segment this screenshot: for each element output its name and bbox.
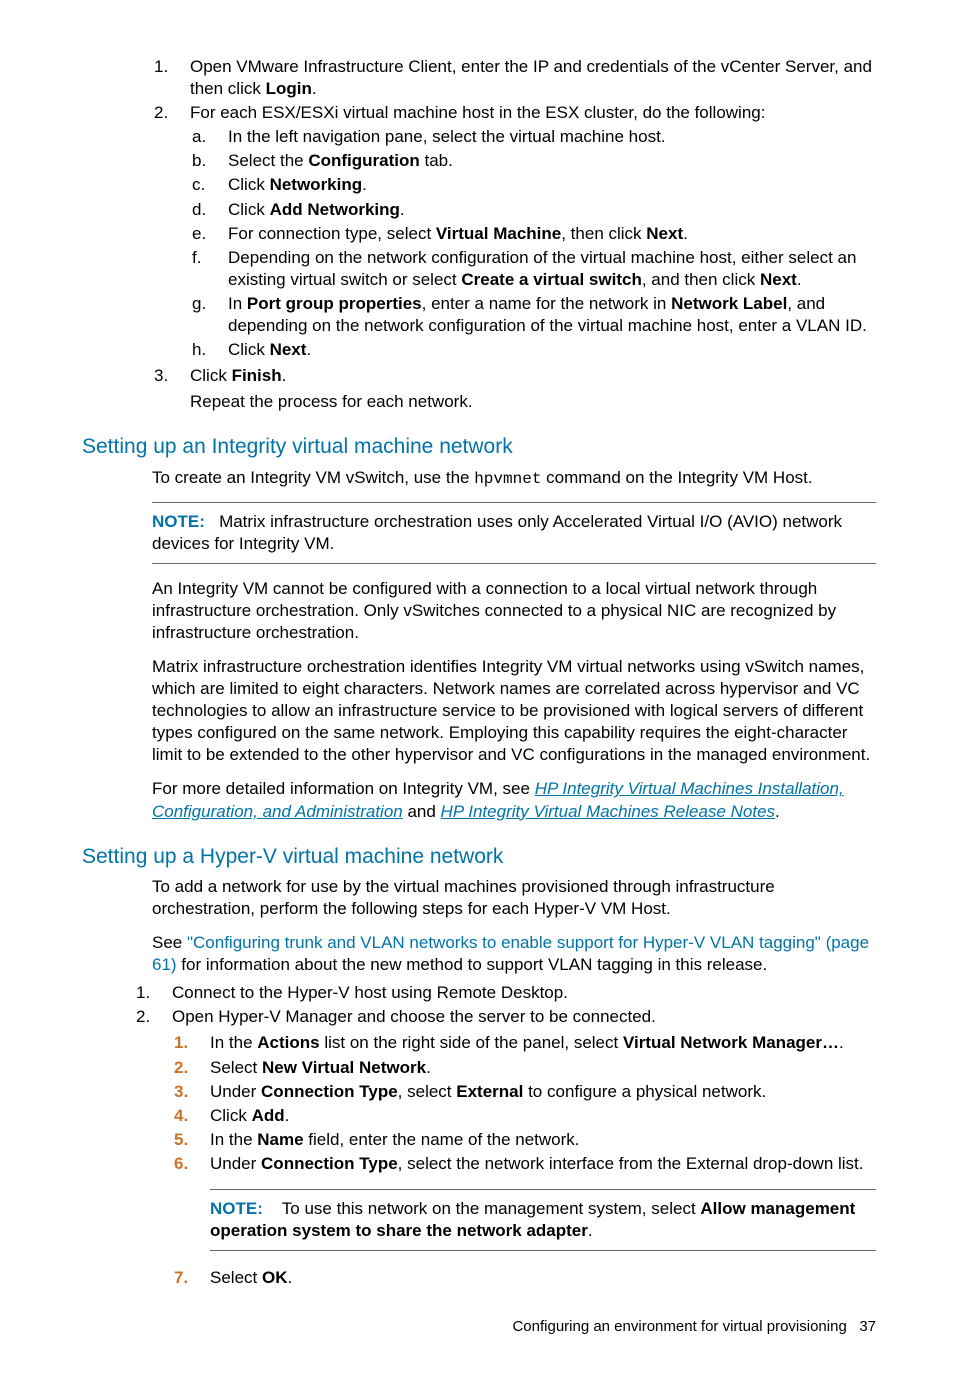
step-2: 2. For each ESX/ESXi virtual machine hos… xyxy=(152,102,876,363)
step-number: 2. xyxy=(152,102,190,363)
substep-f: f.Depending on the network configuration… xyxy=(190,247,876,291)
substep-3: 3.Under Connection Type, select External… xyxy=(172,1081,876,1103)
step-text: Click Finish. Repeat the process for eac… xyxy=(190,365,876,413)
substep-1: 1.In the Actions list on the right side … xyxy=(172,1032,876,1054)
paragraph: See "Configuring trunk and VLAN networks… xyxy=(152,932,876,976)
section-heading-hyperv: Setting up a Hyper-V virtual machine net… xyxy=(82,843,876,870)
step-2: 2. Open Hyper-V Manager and choose the s… xyxy=(134,1006,876,1291)
paragraph: To add a network for use by the virtual … xyxy=(152,876,876,920)
note-box: NOTE: To use this network on the managem… xyxy=(210,1189,876,1251)
step-3: 3. Click Finish. Repeat the process for … xyxy=(152,365,876,413)
page-number: 37 xyxy=(859,1318,876,1335)
section-heading-integrity: Setting up an Integrity virtual machine … xyxy=(82,433,876,460)
step-1: 1. Open VMware Infrastructure Client, en… xyxy=(152,56,876,100)
substep-c: c.Click Networking. xyxy=(190,174,876,196)
substep-2: 2.Select New Virtual Network. xyxy=(172,1057,876,1079)
note-box: NOTE: Matrix infrastructure orchestratio… xyxy=(152,502,876,564)
hyperv-substeps: 1.In the Actions list on the right side … xyxy=(172,1032,876,1289)
step-text: For each ESX/ESXi virtual machine host i… xyxy=(190,102,876,363)
section-body-hyperv: To add a network for use by the virtual … xyxy=(152,876,876,1291)
paragraph: For more detailed information on Integri… xyxy=(152,778,876,822)
page-footer: Configuring an environment for virtual p… xyxy=(82,1317,876,1337)
footer-text: Configuring an environment for virtual p… xyxy=(512,1318,846,1335)
step-text: Open VMware Infrastructure Client, enter… xyxy=(190,56,876,100)
step-note: Repeat the process for each network. xyxy=(190,391,876,413)
step-number: 3. xyxy=(152,365,190,413)
note-text: Matrix infrastructure orchestration uses… xyxy=(152,512,842,553)
section-body-integrity: To create an Integrity VM vSwitch, use t… xyxy=(152,467,876,823)
substep-6: 6. Under Connection Type, select the net… xyxy=(172,1153,876,1265)
paragraph: An Integrity VM cannot be configured wit… xyxy=(152,578,876,644)
doc-link-release-notes[interactable]: HP Integrity Virtual Machines Release No… xyxy=(441,802,776,821)
substeps: a.In the left navigation pane, select th… xyxy=(190,126,876,361)
substep-e: e.For connection type, select Virtual Ma… xyxy=(190,223,876,245)
substep-h: h.Click Next. xyxy=(190,339,876,361)
paragraph: Matrix infrastructure orchestration iden… xyxy=(152,656,876,766)
substep-4: 4.Click Add. xyxy=(172,1105,876,1127)
substep-g: g.In Port group properties, enter a name… xyxy=(190,293,876,337)
step-number: 1. xyxy=(152,56,190,100)
note-label: NOTE: xyxy=(152,512,205,531)
note-label: NOTE: xyxy=(210,1199,263,1218)
command-code: hpvmnet xyxy=(474,470,541,488)
substep-b: b.Select the Configuration tab. xyxy=(190,150,876,172)
intro-paragraph: To create an Integrity VM vSwitch, use t… xyxy=(152,467,876,490)
hyperv-steps: 1.Connect to the Hyper-V host using Remo… xyxy=(134,982,876,1291)
substep-5: 5.In the Name field, enter the name of t… xyxy=(172,1129,876,1151)
vmware-steps: 1. Open VMware Infrastructure Client, en… xyxy=(152,56,876,413)
step-1: 1.Connect to the Hyper-V host using Remo… xyxy=(134,982,876,1004)
substep-a: a.In the left navigation pane, select th… xyxy=(190,126,876,148)
substep-d: d.Click Add Networking. xyxy=(190,199,876,221)
